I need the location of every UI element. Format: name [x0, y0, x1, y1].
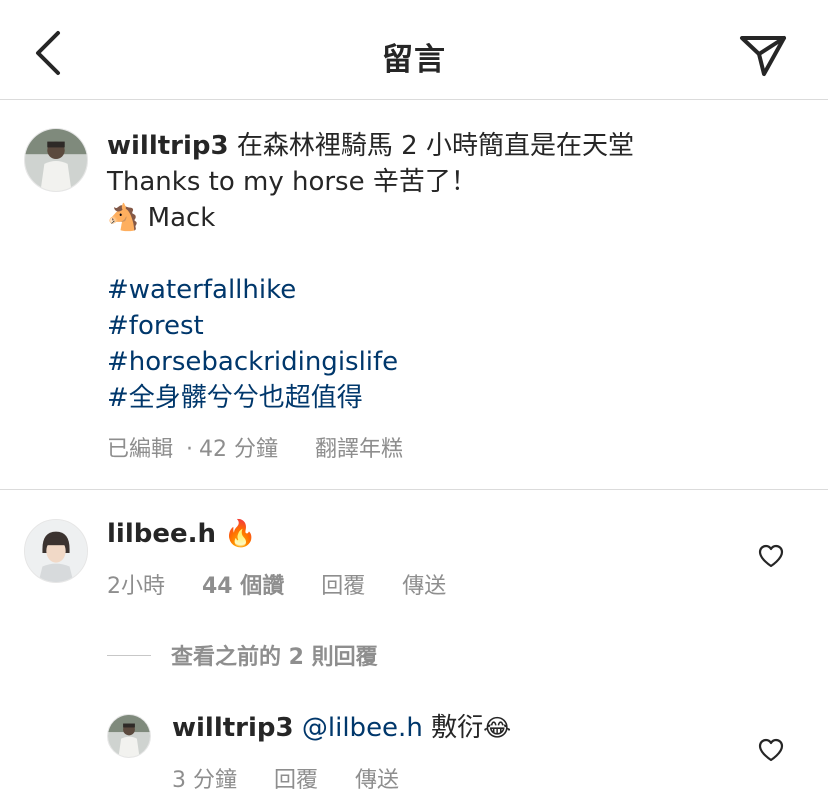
reply-reply-button[interactable]: 回覆 [274, 762, 318, 794]
avatar-willtrip3[interactable] [24, 128, 88, 192]
hashtag-waterfallhike[interactable]: #waterfallhike [107, 272, 807, 308]
comment-line: lilbee.h 🔥 [107, 516, 257, 552]
caption-time: 42 分鐘 [199, 437, 279, 462]
profile-photo [108, 715, 150, 757]
translate-button[interactable]: 翻譯年糕 [315, 431, 403, 463]
send-button[interactable] [738, 30, 788, 78]
profile-photo [25, 520, 87, 582]
replies-dash [107, 654, 151, 656]
reply-line: willtrip3 @lilbee.h 敷衍😂 [172, 710, 511, 746]
horse-emoji: 🐴 [107, 203, 140, 233]
reply-share-button[interactable]: 傳送 [355, 762, 399, 794]
avatar-willtrip3-reply[interactable] [107, 714, 151, 758]
hashtag-dirty-worth-it[interactable]: #全身髒兮兮也超值得 [107, 380, 807, 416]
comment-username[interactable]: lilbee.h [107, 519, 216, 549]
fire-emoji: 🔥 [224, 519, 257, 549]
caption-username[interactable]: willtrip3 [107, 131, 229, 161]
header-bar: 留言 [0, 0, 828, 100]
reply-mention[interactable]: @lilbee.h [302, 713, 423, 743]
comment-share-button[interactable]: 傳送 [402, 568, 446, 600]
view-replies-label: 查看之前的 2 則回覆 [171, 645, 378, 670]
avatar-lilbee-h[interactable] [24, 519, 88, 583]
reply-meta: 3 分鐘 回覆 傳送 [172, 762, 399, 794]
comment-reply-button[interactable]: 回覆 [321, 568, 365, 600]
caption-text-line2: Thanks to my horse 辛苦了！ [107, 167, 477, 197]
caption-text-line1: 在森林裡騎馬 2 小時簡直是在天堂 [236, 131, 634, 161]
comment-like-heart-icon[interactable] [758, 544, 784, 568]
comment-meta: 2小時 44 個讚 回覆 傳送 [107, 568, 446, 600]
divider [0, 489, 828, 490]
meta-separator: · [186, 437, 194, 462]
reply-username[interactable]: willtrip3 [172, 713, 294, 743]
edited-label: 已編輯 [107, 437, 174, 462]
comment-likes[interactable]: 44 個讚 [202, 568, 284, 600]
page-title: 留言 [382, 42, 446, 78]
caption-body: willtrip3 在森林裡騎馬 2 小時簡直是在天堂 Thanks to my… [107, 128, 807, 416]
hashtag-horsebackriding[interactable]: #horsebackridingislife [107, 344, 807, 380]
view-previous-replies[interactable]: 查看之前的 2 則回覆 [107, 640, 378, 670]
comment-time: 2小時 [107, 574, 165, 599]
paper-plane-icon [740, 36, 786, 76]
reply-text: 敷衍 [431, 713, 484, 743]
reply-time: 3 分鐘 [172, 768, 237, 793]
reply-like-heart-icon[interactable] [758, 738, 784, 762]
laughing-emoji: 😂 [483, 714, 512, 742]
horse-name: Mack [147, 203, 216, 233]
profile-photo [25, 129, 87, 191]
caption-meta: 已編輯 · 42 分鐘 翻譯年糕 [107, 431, 403, 463]
hashtag-forest[interactable]: #forest [107, 308, 807, 344]
